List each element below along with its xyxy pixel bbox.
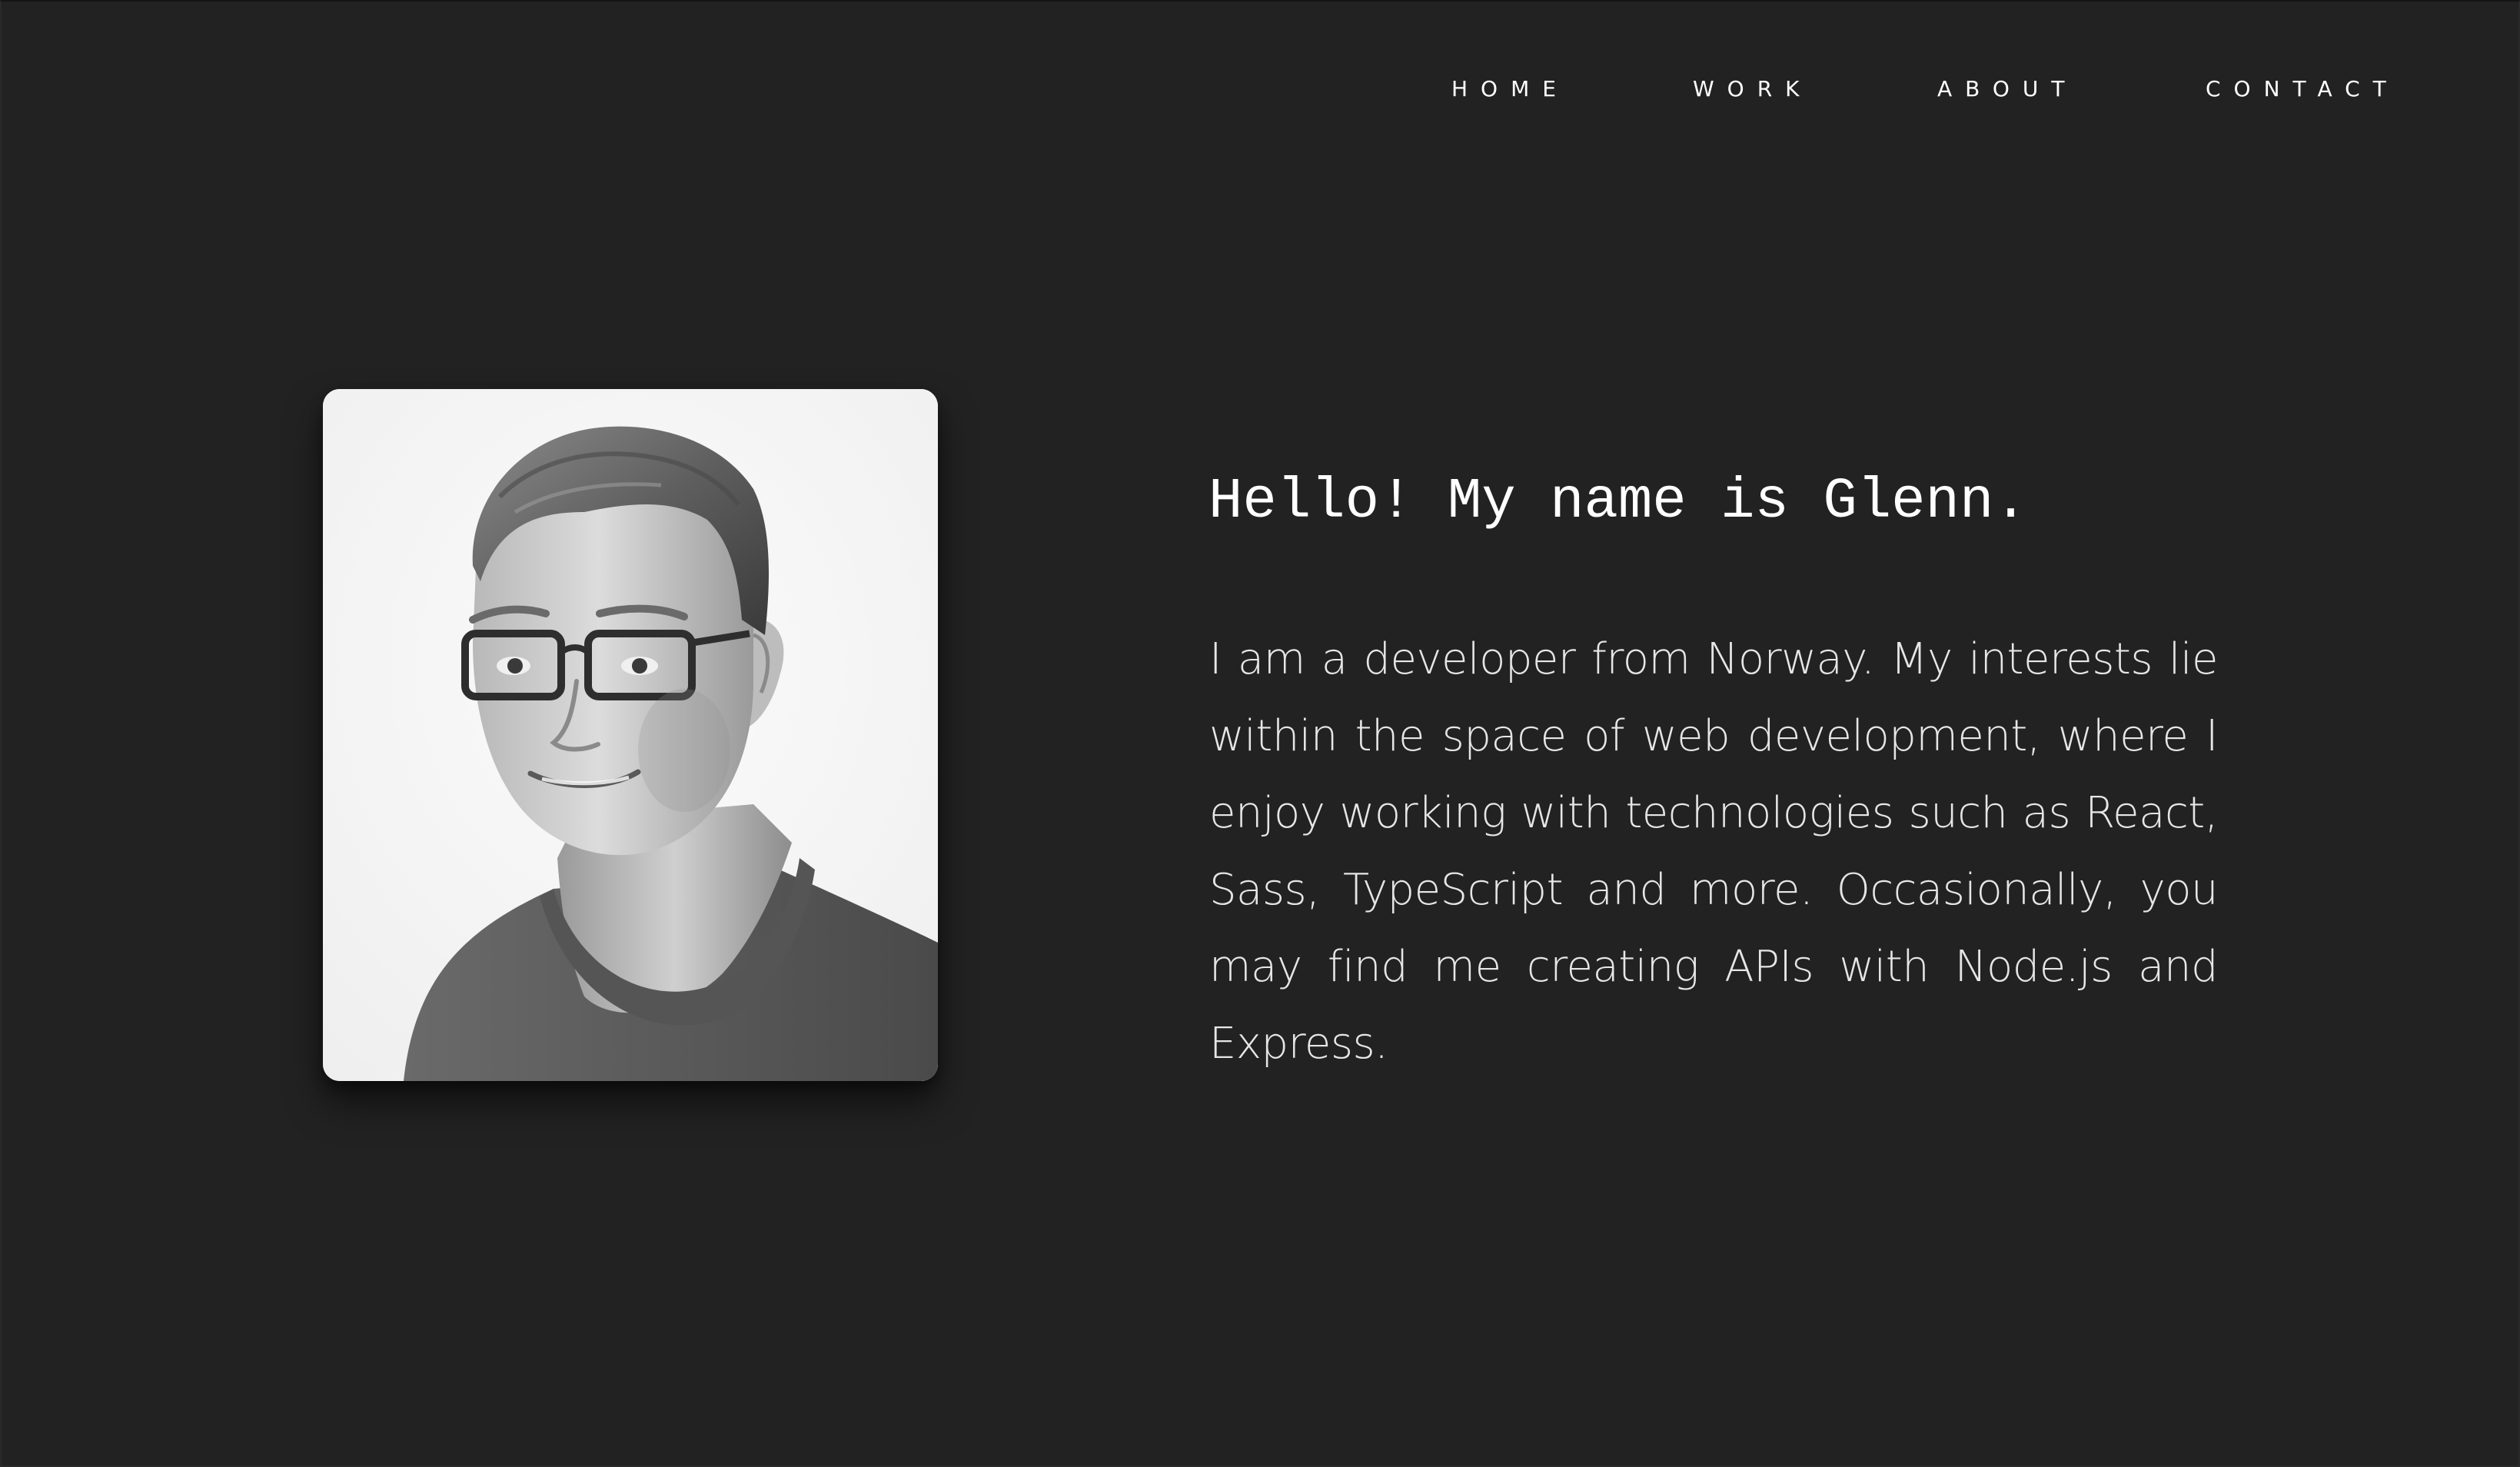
main-navigation: HOME WORK ABOUT CONTACT: [0, 74, 2520, 105]
hero-intro-text: I am a developer from Norway. My interes…: [1209, 634, 2219, 1069]
portrait-photo-icon: [323, 389, 938, 1081]
nav-link-contact[interactable]: CONTACT: [2206, 74, 2399, 105]
nav-link-home[interactable]: HOME: [1451, 74, 1569, 105]
profile-photo: [323, 389, 938, 1081]
nav-link-about[interactable]: ABOUT: [1937, 74, 2078, 105]
nav-link-work[interactable]: WORK: [1693, 74, 1813, 105]
hero-heading: Hello! My name is Glenn.: [1208, 470, 2028, 534]
